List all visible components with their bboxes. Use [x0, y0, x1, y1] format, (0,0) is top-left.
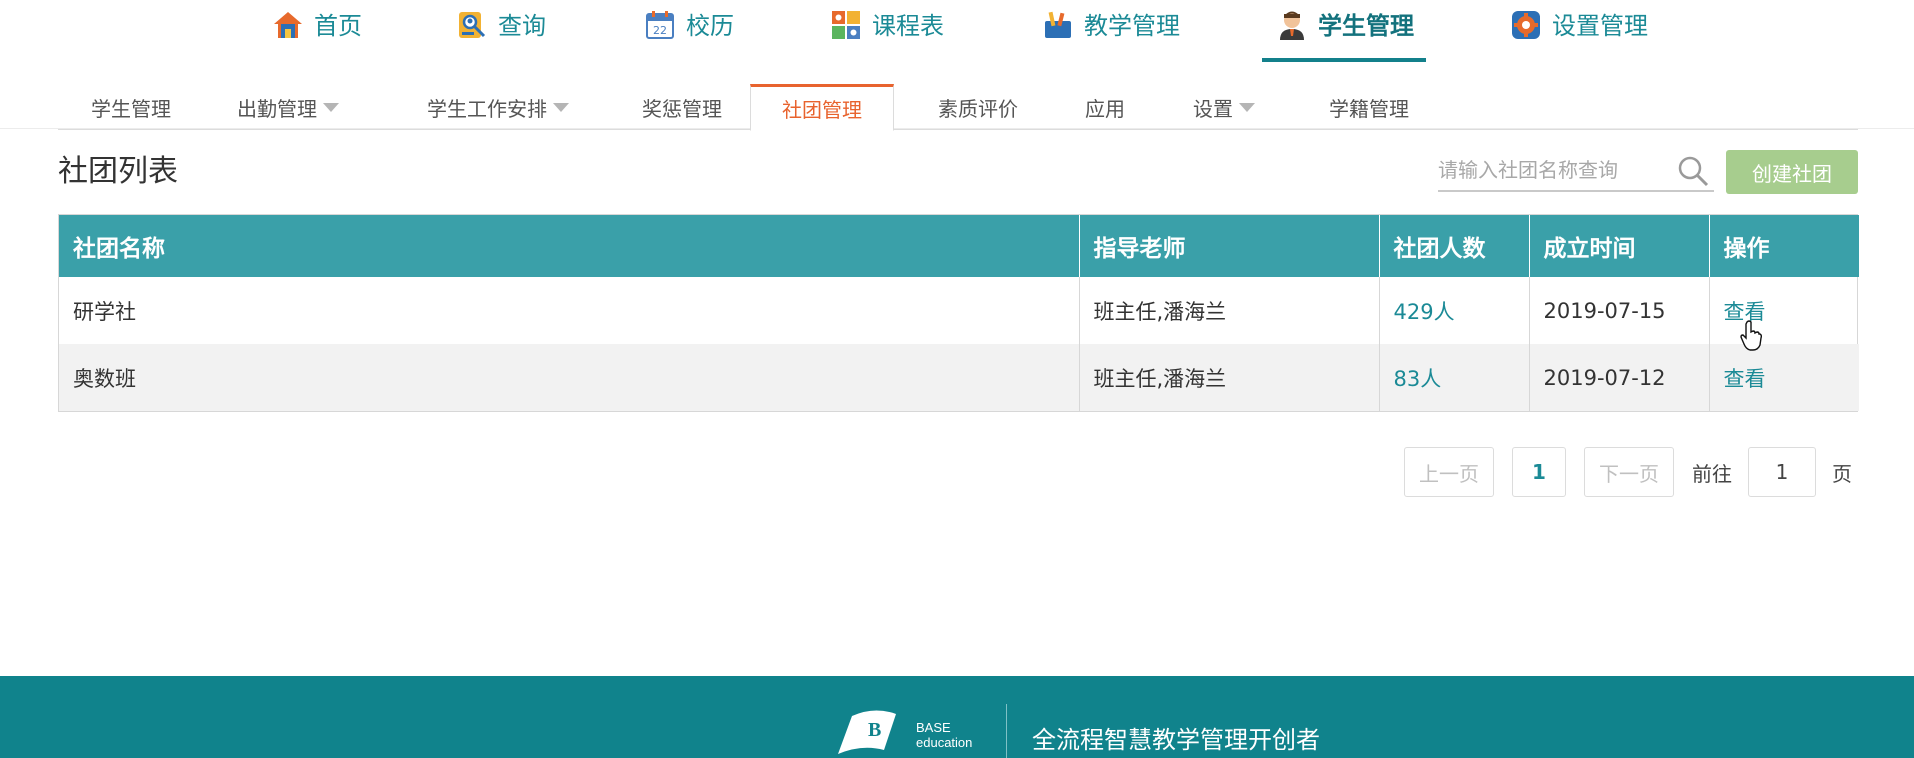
club-name: 奥数班: [59, 344, 1080, 411]
prev-page-button[interactable]: 上一页: [1404, 447, 1494, 497]
page-title: 社团列表: [58, 154, 178, 189]
search-icon[interactable]: [1676, 154, 1710, 188]
create-club-button[interactable]: 创建社团: [1726, 150, 1858, 194]
subnav-student-records[interactable]: 学籍管理: [1304, 84, 1434, 130]
topnav-student-management[interactable]: 学生管理: [1262, 0, 1426, 62]
subnav-attendance[interactable]: 出勤管理: [220, 84, 356, 130]
member-count[interactable]: 429人: [1379, 277, 1530, 344]
table-row: 奥数班 班主任,潘海兰 83人 2019-07-12 查看: [59, 344, 1859, 411]
footer-divider: [1006, 704, 1007, 758]
calendar-icon: 22: [646, 11, 674, 39]
page-suffix: 页: [1832, 461, 1852, 486]
column-header-club-name: 社团名称: [59, 215, 1080, 277]
actions-cell: 查看: [1709, 344, 1859, 411]
club-search: [1438, 150, 1714, 192]
teaching-icon: [1045, 11, 1071, 38]
logo-text-base: BASE: [916, 720, 951, 735]
next-page-button[interactable]: 下一页: [1584, 447, 1674, 497]
student-icon: [1280, 11, 1304, 40]
goto-page-input[interactable]: [1748, 447, 1816, 497]
footer: B BASE education 全流程智慧教学管理开创者: [0, 676, 1914, 758]
club-table: 社团名称 指导老师 社团人数 成立时间 操作 研学社 班主任,潘海兰 429人 …: [58, 214, 1859, 412]
topnav-timetable[interactable]: 课程表: [830, 0, 944, 62]
book-logo-icon: B: [838, 710, 896, 754]
settings-icon: [1512, 11, 1540, 39]
view-link[interactable]: 查看: [1724, 300, 1766, 324]
view-link[interactable]: 查看: [1724, 367, 1766, 391]
brand-logo: B BASE education: [834, 704, 1014, 758]
chevron-down-icon: [553, 102, 569, 112]
subnav-quality-evaluation[interactable]: 素质评价: [918, 84, 1038, 130]
member-count-link[interactable]: 83人: [1394, 367, 1442, 391]
subnav-club-management[interactable]: 社团管理: [750, 84, 894, 131]
column-header-member-count: 社团人数: [1379, 215, 1530, 277]
chevron-down-icon: [323, 102, 339, 112]
table-header-row: 社团名称 指导老师 社团人数 成立时间 操作: [59, 215, 1859, 277]
advisor: 班主任,潘海兰: [1079, 277, 1380, 344]
club-name: 研学社: [59, 277, 1080, 344]
topnav-query[interactable]: 查询: [456, 0, 546, 62]
home-icon: [274, 12, 302, 38]
svg-text:B: B: [868, 719, 881, 741]
column-header-actions: 操作: [1709, 215, 1859, 277]
advisor: 班主任,潘海兰: [1079, 344, 1380, 411]
search-input[interactable]: [1438, 150, 1668, 190]
subnav-settings[interactable]: 设置: [1172, 84, 1276, 130]
topnav-calendar[interactable]: 22 校历: [644, 0, 734, 62]
subnav-work-arrangement[interactable]: 学生工作安排: [406, 84, 590, 130]
chevron-down-icon: [1239, 102, 1255, 112]
sub-navigation: 学生管理 出勤管理 学生工作安排 奖惩管理 社团管理 素质评价 应用 设置 学籍…: [58, 84, 1858, 131]
member-count-link[interactable]: 429人: [1394, 300, 1455, 324]
member-count[interactable]: 83人: [1379, 344, 1530, 411]
svg-text:22: 22: [653, 24, 667, 37]
search-person-icon: [459, 12, 486, 38]
footer-slogan: 全流程智慧教学管理开创者: [1032, 726, 1320, 754]
timetable-icon: [832, 11, 860, 39]
topnav-teaching[interactable]: 教学管理: [1042, 0, 1180, 62]
topnav-home[interactable]: 首页: [272, 0, 362, 62]
goto-label: 前往: [1692, 461, 1732, 486]
founded-date: 2019-07-12: [1529, 344, 1710, 411]
column-header-advisor: 指导老师: [1079, 215, 1380, 277]
subnav-rewards-punishments[interactable]: 奖惩管理: [620, 84, 744, 130]
actions-cell: 查看: [1709, 277, 1859, 344]
column-header-founded-date: 成立时间: [1529, 215, 1710, 277]
subnav-apps[interactable]: 应用: [1058, 84, 1152, 130]
table-row: 研学社 班主任,潘海兰 429人 2019-07-15 查看: [59, 277, 1859, 344]
topnav-settings[interactable]: 设置管理: [1510, 0, 1648, 62]
logo-text-education: education: [916, 735, 973, 750]
founded-date: 2019-07-15: [1529, 277, 1710, 344]
top-navigation: 首页 查询 22 校历 课程表 教学管理 学生管理 设置管理: [0, 0, 1914, 62]
current-page[interactable]: 1: [1512, 447, 1566, 497]
subnav-student-management[interactable]: 学生管理: [58, 84, 204, 130]
